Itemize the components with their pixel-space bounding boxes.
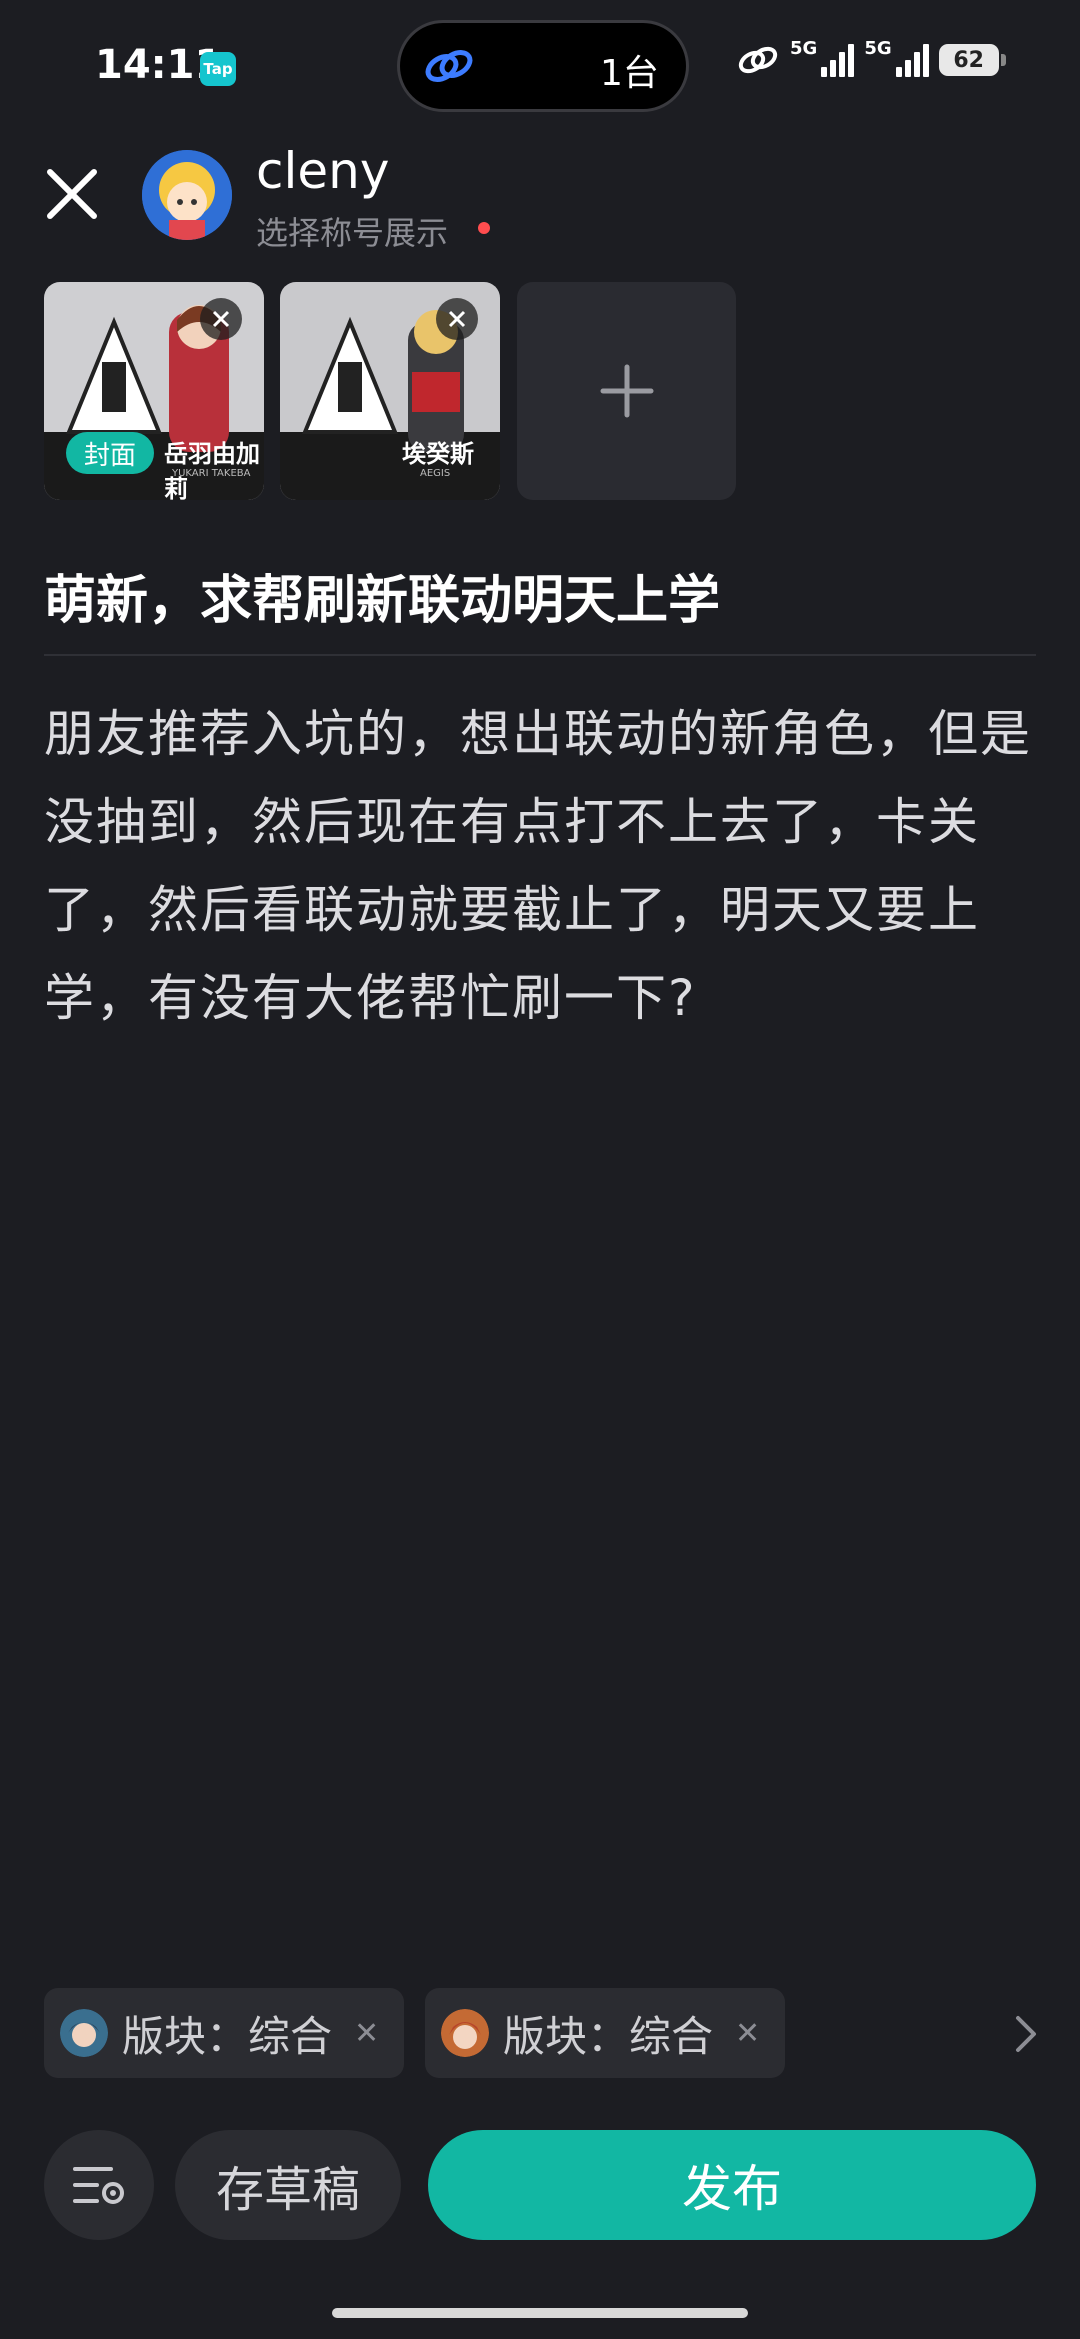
notice-dot — [478, 222, 490, 234]
section-tag[interactable]: 版块：综合 ✕ — [44, 1988, 404, 2078]
character-name: 埃癸斯 — [402, 440, 474, 468]
island-device-count: 1台 — [600, 53, 659, 94]
remove-image-button[interactable] — [200, 298, 242, 340]
plus-icon — [600, 364, 653, 418]
network-type-1: 5G — [790, 37, 818, 59]
add-image-button[interactable] — [517, 282, 736, 500]
network-type-2: 5G — [864, 37, 892, 59]
cover-badge: 封面 — [66, 432, 154, 474]
battery-level: 62 — [953, 47, 984, 73]
avatar[interactable] — [142, 150, 232, 240]
settings-icon — [73, 2167, 124, 2204]
character-romanized: AEGIS — [420, 468, 451, 479]
section-tag[interactable]: 版块：综合 ✕ — [425, 1988, 785, 2078]
remove-image-button[interactable] — [436, 298, 478, 340]
character-avatar-icon — [441, 2009, 489, 2057]
battery-icon: 62 — [938, 44, 1006, 76]
publish-button[interactable]: 发布 — [428, 2130, 1036, 2240]
status-indicators: 5G 5G 62 — [736, 38, 1006, 78]
post-settings-button[interactable] — [44, 2130, 154, 2240]
close-icon — [448, 310, 466, 328]
username: cleny — [256, 142, 390, 200]
divider — [44, 654, 1036, 656]
chevron-right-icon[interactable] — [1012, 2014, 1040, 2054]
post-title-input[interactable]: 萌新，求帮刷新联动明天上学 — [44, 558, 720, 633]
signal-icon-2 — [895, 43, 929, 77]
remove-tag-icon[interactable]: ✕ — [735, 2016, 760, 2051]
hotspot-link-icon — [738, 46, 778, 74]
character-avatar-icon — [60, 2009, 108, 2057]
close-icon[interactable] — [42, 164, 102, 224]
tap-app-icon: Tap — [200, 52, 236, 86]
save-draft-button[interactable]: 存草稿 — [175, 2130, 401, 2240]
tag-label: 版块：综合 — [122, 2011, 333, 2061]
close-icon — [212, 310, 230, 328]
link-icon — [425, 50, 473, 82]
tag-label: 版块：综合 — [503, 2011, 714, 2061]
character-name: 岳羽由加莉 — [164, 440, 260, 500]
post-body-input[interactable]: 朋友推荐入坑的，想出联动的新角色，但是没抽到，然后现在有点打不上去了，卡关了，然… — [44, 690, 1034, 1042]
remove-tag-icon[interactable]: ✕ — [354, 2016, 379, 2051]
choose-title-link[interactable]: 选择称号展示 — [256, 208, 448, 254]
home-indicator[interactable] — [332, 2308, 748, 2318]
signal-icon-1 — [821, 43, 855, 77]
character-romanized: YUKARI TAKEBA — [172, 468, 251, 479]
